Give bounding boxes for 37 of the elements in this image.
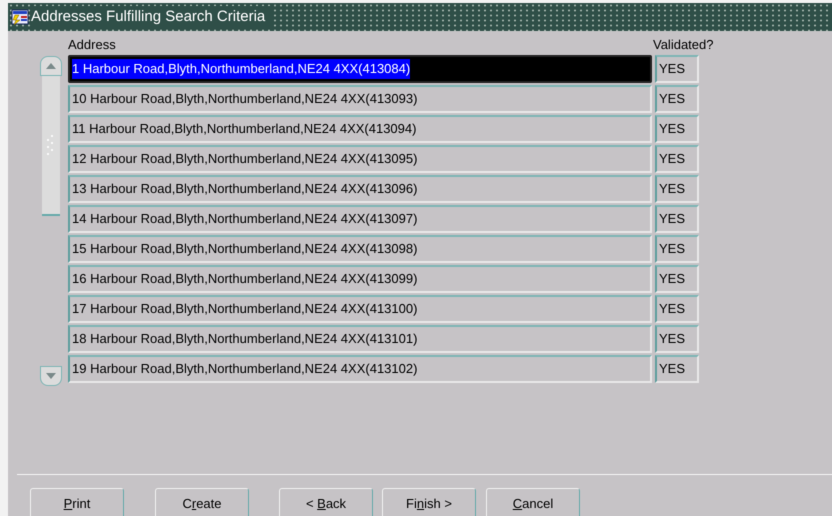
dialog-button[interactable]: Cancel [486,488,580,516]
address-field[interactable]: 19 Harbour Road,Blyth,Northumberland,NE24 4XX(413102) [68,355,652,383]
grip-icon [46,134,56,156]
validated-field[interactable]: YES [655,355,699,383]
column-header: Validated? [653,36,714,54]
dialog-button[interactable]: Create [155,488,249,516]
validated-field[interactable]: YES [655,205,699,233]
down-arrow-icon [46,373,56,379]
dialog-button[interactable]: Finish > [382,488,476,516]
validated-field[interactable]: YES [655,235,699,263]
scroll-thumb[interactable] [42,76,60,216]
dialog-button[interactable]: Print [30,488,124,516]
address-field[interactable]: 16 Harbour Road,Blyth,Northumberland,NE24 4XX(413099) [68,265,652,293]
validated-field[interactable]: YES [655,115,699,143]
validated-field[interactable]: YES [655,295,699,323]
scroll-down-button[interactable] [40,366,62,386]
validated-field[interactable]: YES [655,265,699,293]
scroll-up-button[interactable] [40,56,62,76]
app-icon [11,8,29,26]
address-field[interactable]: 18 Harbour Road,Blyth,Northumberland,NE24 4XX(413101) [68,325,652,353]
validated-field[interactable]: YES [655,175,699,203]
validated-field[interactable]: YES [655,55,699,83]
address-field[interactable]: 1 Harbour Road,Blyth,Northumberland,NE24 4XX(413084) [68,55,652,83]
address-field[interactable]: 15 Harbour Road,Blyth,Northumberland,NE24 4XX(413098) [68,235,652,263]
address-field[interactable]: 12 Harbour Road,Blyth,Northumberland,NE24 4XX(413095) [68,145,652,173]
scrollbar[interactable] [40,56,62,386]
address-field[interactable]: 11 Harbour Road,Blyth,Northumberland,NE24 4XX(413094) [68,115,652,143]
column-header: Address [68,36,117,54]
validated-field[interactable]: YES [655,85,699,113]
address-field[interactable]: 17 Harbour Road,Blyth,Northumberland,NE24 4XX(413100) [68,295,652,323]
validated-field[interactable]: YES [655,145,699,173]
address-field[interactable]: 14 Harbour Road,Blyth,Northumberland,NE24 4XX(413097) [68,205,652,233]
dialog-button[interactable]: < Back [279,488,373,516]
up-arrow-icon [46,63,56,69]
validated-field[interactable]: YES [655,325,699,353]
address-field[interactable]: 13 Harbour Road,Blyth,Northumberland,NE24 4XX(413096) [68,175,652,203]
address-field[interactable]: 10 Harbour Road,Blyth,Northumberland,NE24 4XX(413093) [68,85,652,113]
